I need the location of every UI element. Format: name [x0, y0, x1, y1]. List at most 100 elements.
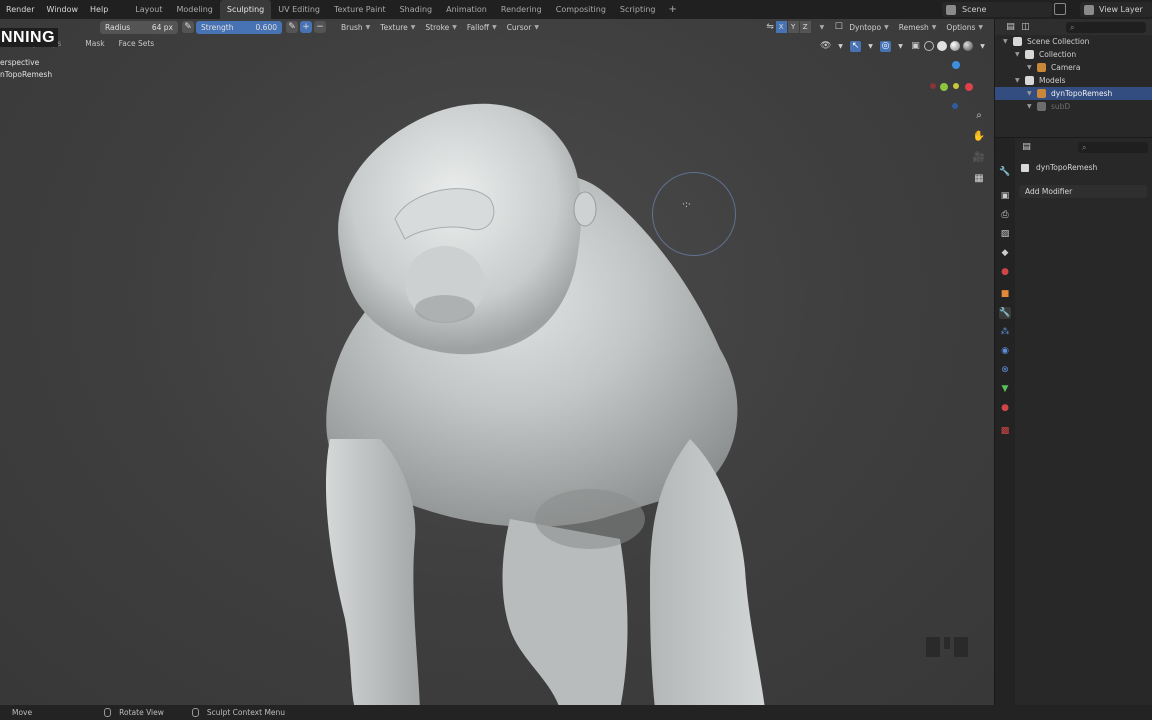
physics-tab-icon[interactable]: ◉	[999, 345, 1011, 357]
gizmo-neg-z-axis[interactable]	[952, 103, 958, 109]
gizmo-y-axis[interactable]	[940, 83, 948, 91]
expand-arrow-icon[interactable]: ▼	[1027, 90, 1035, 97]
tab-scripting[interactable]: Scripting	[613, 0, 663, 19]
texture-dropdown[interactable]: Texture ▼	[375, 23, 420, 32]
outliner-search-input[interactable]: ⌕	[1066, 21, 1146, 33]
texture-tab-icon[interactable]: ▩	[999, 425, 1011, 437]
symmetry-y-button[interactable]: Y	[787, 21, 799, 33]
remesh-dropdown[interactable]: Remesh ▼	[894, 23, 942, 32]
gizmo-x-axis[interactable]	[965, 83, 973, 91]
subtract-direction-button[interactable]: −	[314, 21, 326, 33]
tab-shading[interactable]: Shading	[393, 0, 440, 19]
world-tab-icon[interactable]: ●	[999, 266, 1011, 278]
scene-selector[interactable]: Scene	[942, 2, 1052, 17]
chevron-down-icon[interactable]: ▼	[835, 41, 846, 52]
expand-arrow-icon[interactable]: ▼	[1027, 103, 1035, 110]
solid-shading-icon[interactable]	[937, 41, 947, 51]
menu-render[interactable]: Render	[0, 0, 40, 19]
expand-arrow-icon[interactable]: ▼	[1015, 77, 1023, 84]
expand-arrow-icon[interactable]: ▼	[1015, 51, 1023, 58]
chevron-down-icon[interactable]: ▼	[895, 41, 906, 52]
view-layer-tab-icon[interactable]: ▨	[999, 228, 1011, 240]
add-workspace-button[interactable]: +	[662, 4, 682, 15]
strength-field[interactable]: Strength 0.600	[196, 20, 282, 34]
outliner-row[interactable]: ▼ Scene Collection	[995, 35, 1152, 48]
render-tab-icon[interactable]: ▣	[999, 190, 1011, 202]
outliner-item-label: Camera	[1051, 63, 1081, 72]
properties-search-input[interactable]: ⌕	[1078, 142, 1148, 153]
expand-arrow-icon[interactable]: ▼	[1003, 38, 1011, 45]
menu-help[interactable]: Help	[84, 0, 114, 19]
add-modifier-button[interactable]: Add Modifier	[1019, 185, 1147, 198]
chevron-down-icon[interactable]: ▼	[977, 41, 988, 52]
data-tab-icon[interactable]: ▼	[999, 383, 1011, 395]
radius-field[interactable]: Radius 64 px	[100, 20, 178, 34]
tool-header-right: ⇋ X Y Z ▼ ☐ Dyntopo ▼ Remesh ▼ Options ▼	[761, 21, 988, 33]
mask-menu[interactable]: Mask	[78, 39, 111, 48]
tab-texture-paint[interactable]: Texture Paint	[327, 0, 393, 19]
display-mode-icon[interactable]: ◫	[1020, 22, 1031, 33]
menu-window[interactable]: Window	[40, 0, 84, 19]
radius-pen-pressure-icon[interactable]: ✎	[182, 21, 194, 33]
material-shading-icon[interactable]	[950, 41, 960, 51]
gizmo-z-axis[interactable]	[952, 61, 960, 69]
rendered-shading-icon[interactable]	[963, 41, 973, 51]
tab-animation[interactable]: Animation	[439, 0, 494, 19]
tab-sculpting[interactable]: Sculpting	[219, 0, 272, 19]
3d-viewport[interactable]: Radius 64 px ✎ Strength 0.600 ✎ + − Brus…	[0, 19, 994, 705]
strength-pen-pressure-icon[interactable]: ✎	[286, 21, 298, 33]
mouse-right-icon	[191, 708, 199, 717]
outliner-row[interactable]: ▼ Collection	[995, 48, 1152, 61]
expand-arrow-icon[interactable]: ▼	[1027, 64, 1035, 71]
gizmo-toggle-icon[interactable]: ↖	[850, 40, 861, 52]
options-dropdown[interactable]: Options ▼	[941, 23, 988, 32]
editor-type-icon[interactable]: ▤	[1021, 142, 1032, 153]
tab-compositing[interactable]: Compositing	[549, 0, 613, 19]
constraints-tab-icon[interactable]: ⊗	[999, 364, 1011, 376]
wireframe-shading-icon[interactable]	[924, 41, 934, 51]
gizmo-neg-x-axis[interactable]	[930, 83, 936, 89]
brush-dropdown[interactable]: Brush ▼	[336, 23, 375, 32]
symmetry-x-button[interactable]: X	[775, 21, 787, 33]
particles-tab-icon[interactable]: ⁂	[999, 326, 1011, 338]
add-direction-button[interactable]: +	[300, 21, 312, 33]
face-sets-menu[interactable]: Face Sets	[112, 39, 162, 48]
xray-toggle-icon[interactable]: ▣	[910, 41, 921, 52]
material-tab-icon[interactable]: ●	[999, 402, 1011, 414]
outliner-item-icon	[1037, 102, 1046, 111]
scene-tab-icon[interactable]: ◆	[999, 247, 1011, 259]
chevron-down-icon[interactable]: ▼	[865, 41, 876, 52]
tab-uv-editing[interactable]: UV Editing	[271, 0, 327, 19]
new-scene-icon[interactable]	[1054, 3, 1066, 15]
output-tab-icon[interactable]: ⎙	[999, 209, 1011, 221]
view-layer-selector[interactable]: View Layer	[1080, 2, 1152, 17]
tab-modeling[interactable]: Modeling	[169, 0, 219, 19]
overlays-toggle-icon[interactable]: ◎	[880, 40, 891, 52]
active-object-name: dynTopoRemesh	[1021, 163, 1097, 172]
symmetry-z-button[interactable]: Z	[799, 21, 811, 33]
dyntopo-dropdown[interactable]: Dyntopo ▼	[844, 23, 893, 32]
visibility-icon[interactable]: 👁	[820, 41, 831, 52]
modifier-tab-icon[interactable]: 🔧	[999, 307, 1011, 319]
camera-view-icon[interactable]: 🎥	[972, 151, 986, 165]
tab-layout[interactable]: Layout	[128, 0, 169, 19]
navigation-gizmo[interactable]	[930, 59, 982, 109]
object-tab-icon[interactable]: ■	[999, 288, 1011, 300]
tool-tab-icon[interactable]: 🔧	[999, 166, 1011, 178]
grid-perspective-icon[interactable]: ▦	[972, 172, 986, 186]
pan-hand-icon[interactable]: ✋	[972, 130, 986, 144]
stroke-dropdown[interactable]: Stroke ▼	[420, 23, 462, 32]
outliner-row[interactable]: ▼ dynTopoRemesh	[995, 87, 1152, 100]
outliner-row[interactable]: ▼ Camera	[995, 61, 1152, 74]
symmetry-dropdown[interactable]: ▼	[812, 24, 830, 31]
outliner-row[interactable]: ▼ Models	[995, 74, 1152, 87]
falloff-dropdown[interactable]: Falloff ▼	[462, 23, 502, 32]
dyntopo-checkbox[interactable]: ☐	[833, 22, 844, 33]
outliner-row[interactable]: ▼ subD	[995, 100, 1152, 113]
tab-rendering[interactable]: Rendering	[494, 0, 549, 19]
outliner-header: ▤ ◫ ⌕	[995, 19, 1152, 35]
editor-type-icon[interactable]: ▤	[1005, 22, 1016, 33]
sculpt-model[interactable]	[0, 19, 994, 705]
cursor-dropdown[interactable]: Cursor ▼	[502, 23, 544, 32]
zoom-icon[interactable]: ⌕	[972, 109, 986, 123]
